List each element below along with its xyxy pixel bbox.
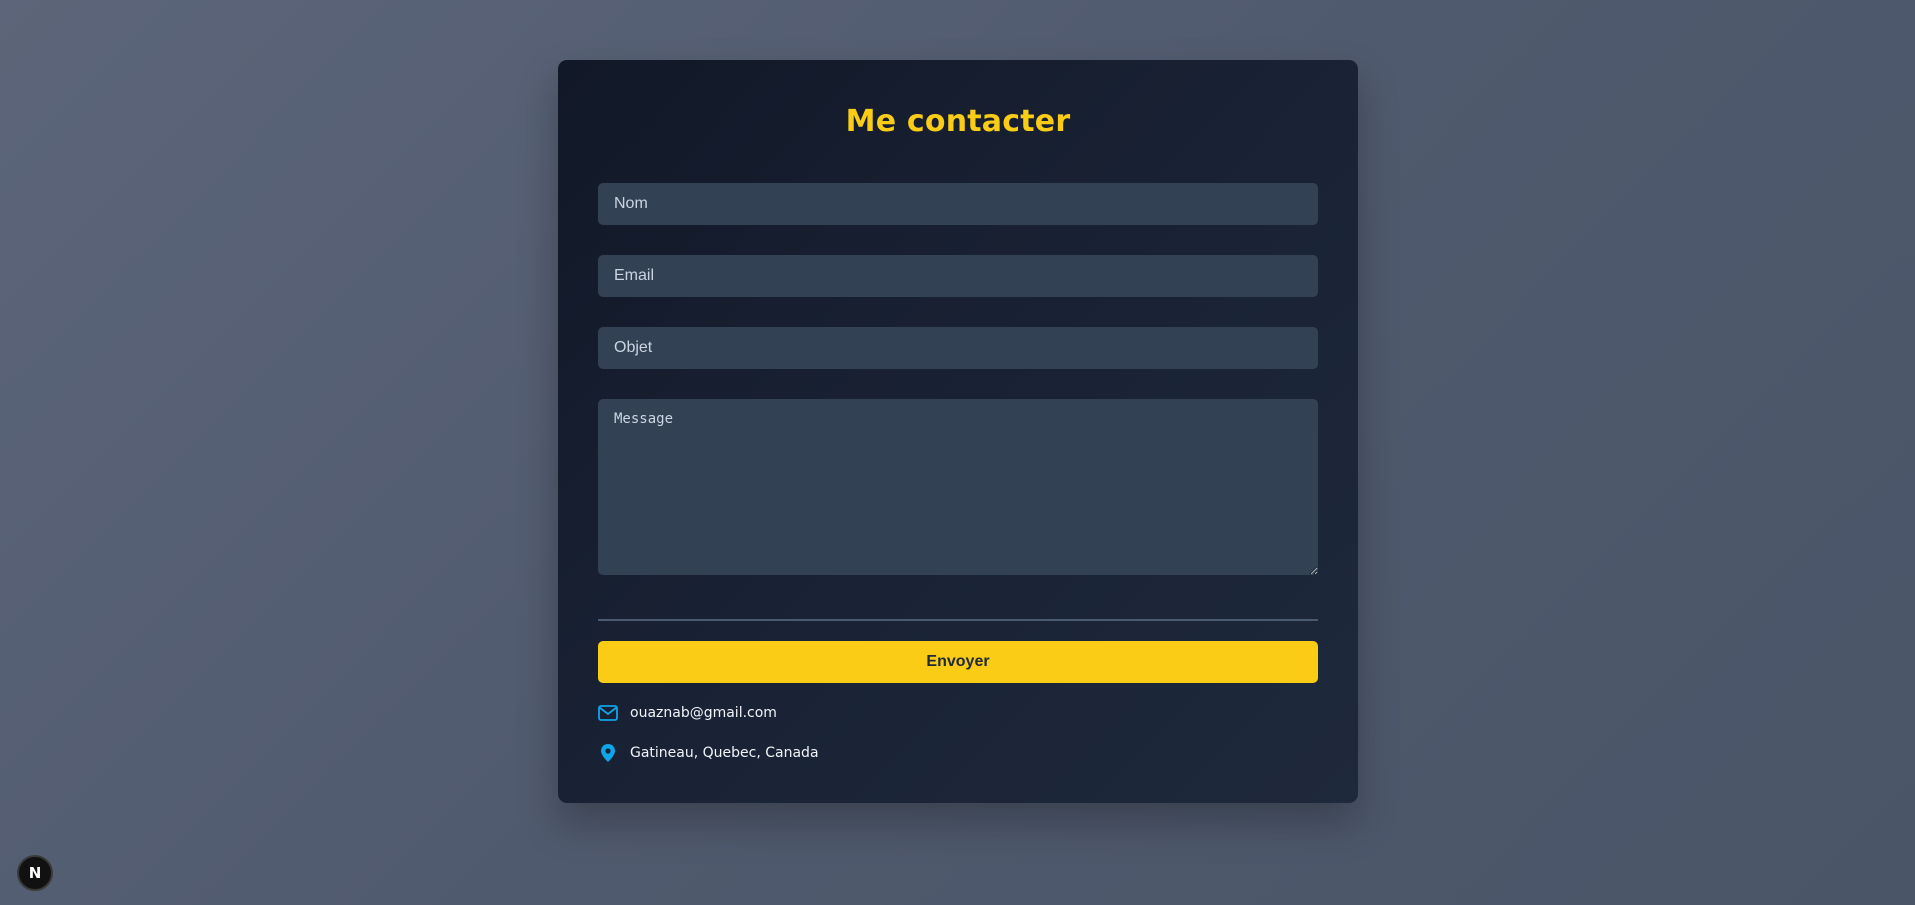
name-input[interactable] — [598, 183, 1318, 225]
message-textarea[interactable] — [598, 399, 1318, 575]
map-pin-icon — [598, 743, 618, 763]
contact-email-text: ouaznab@gmail.com — [630, 705, 777, 721]
contact-card: Me contacter Envoyer ouaznab@gmail.com G… — [558, 60, 1358, 803]
contact-location-row: Gatineau, Quebec, Canada — [598, 743, 819, 763]
contact-email-row: ouaznab@gmail.com — [598, 703, 777, 723]
contact-location-text: Gatineau, Quebec, Canada — [630, 745, 819, 761]
divider — [598, 619, 1318, 621]
send-button[interactable]: Envoyer — [598, 641, 1318, 683]
mail-icon — [598, 703, 618, 723]
email-input[interactable] — [598, 255, 1318, 297]
nextjs-icon[interactable]: N — [17, 855, 53, 891]
subject-input[interactable] — [598, 327, 1318, 369]
page-title: Me contacter — [845, 104, 1071, 139]
nextjs-badge-letter: N — [28, 864, 42, 882]
